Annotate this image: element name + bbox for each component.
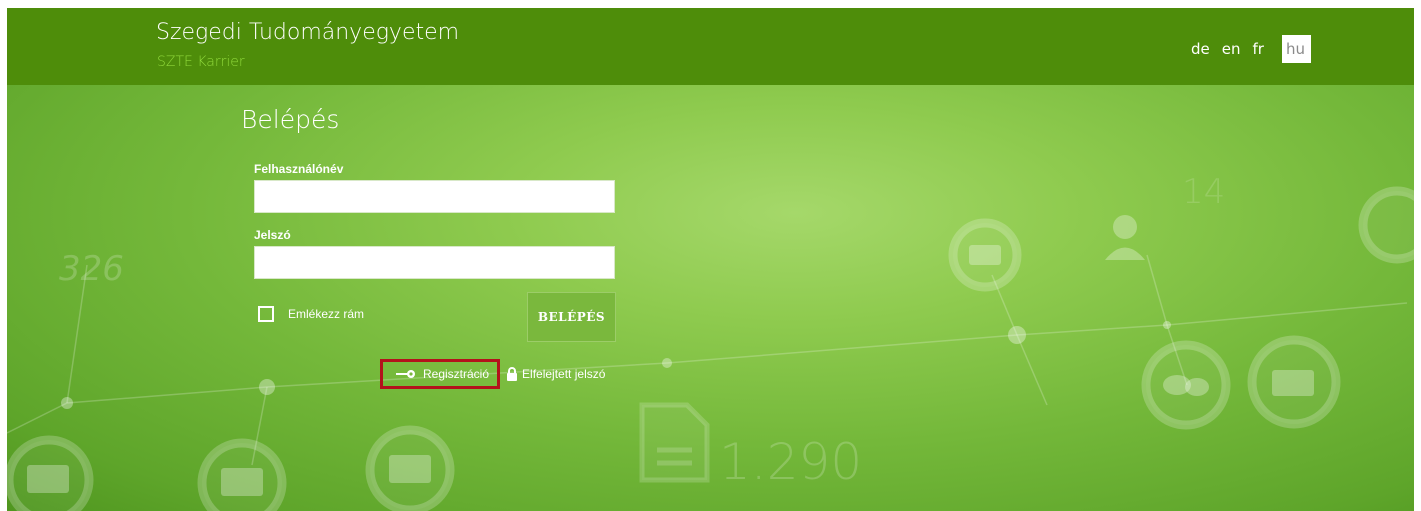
password-input[interactable] [254,246,615,279]
network-node-icon [259,379,275,395]
remember-checkbox[interactable] [258,306,274,322]
username-input[interactable] [254,180,615,213]
site-subtitle[interactable]: SZTE Karrier [157,54,245,70]
network-line-icon [1146,254,1168,326]
network-node-icon [662,358,672,368]
login-button[interactable]: BELÉPÉS [527,292,616,342]
folder-icon [27,465,69,493]
forgot-password-link[interactable]: Elfelejtett jelszó [506,367,605,381]
folder-icon [389,455,431,483]
lang-de[interactable]: de [1189,36,1212,62]
username-label: Felhasználónév [254,162,344,176]
page-frame: Szegedi Tudományegyetem SZTE Karrier de … [7,8,1414,511]
language-switcher: de en fr hu [1189,35,1311,63]
lock-icon [506,367,518,381]
network-node-icon [1008,326,1026,344]
network-node-icon [1163,321,1171,329]
background-decoration [7,186,1414,511]
network-node-icon [61,397,73,409]
remember-label: Emlékezz rám [288,307,365,321]
user-icon [1113,215,1137,239]
remember-me[interactable]: Emlékezz rám [258,306,364,322]
lang-en[interactable]: en [1220,36,1243,62]
login-title: Belépés [241,105,340,134]
network-line-icon [66,264,88,404]
folder-icon [1272,370,1314,396]
key-icon [396,369,416,379]
user-icon [1105,247,1145,260]
header-bar: Szegedi Tudományegyetem SZTE Karrier de … [7,8,1414,85]
network-line-icon [1016,334,1048,406]
chat-bubble-icon [1185,378,1209,396]
auth-links: Regisztráció Elfelejtett jelszó [380,359,605,389]
forgot-password-label: Elfelejtett jelszó [522,367,606,381]
register-label: Regisztráció [423,367,490,381]
lang-fr[interactable]: fr [1251,36,1266,62]
password-label: Jelszó [254,228,291,242]
lang-hu[interactable]: hu [1281,35,1311,63]
site-title[interactable]: Szegedi Tudományegyetem [156,20,459,45]
folder-icon [969,245,1001,265]
hero-background: 326 14 1.290 [7,85,1414,511]
register-link[interactable]: Regisztráció [380,359,501,389]
folder-icon [221,468,263,496]
folder-circle-icon [1358,186,1414,264]
document-icon [639,402,710,483]
